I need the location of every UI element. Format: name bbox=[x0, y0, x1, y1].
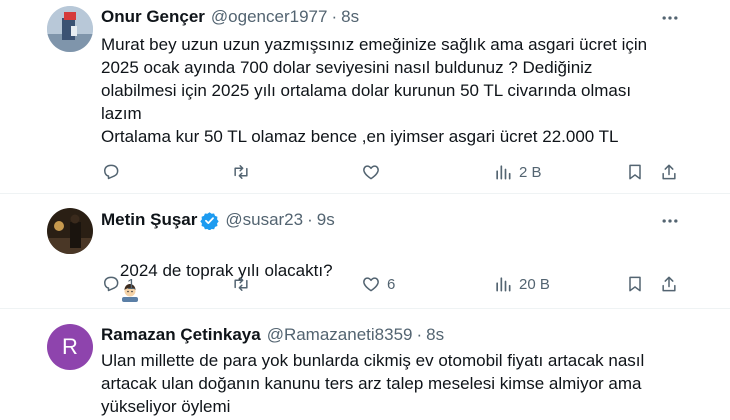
tweet-header: Ramazan Çetinkaya @Ramazaneti8359 · 8s bbox=[101, 324, 444, 346]
user-handle[interactable]: @Ramazaneti8359 bbox=[267, 325, 413, 345]
user-handle[interactable]: @susar23 bbox=[225, 210, 303, 230]
tweet-header: Onur Gençer @ogencer1977 · 8s bbox=[101, 6, 359, 28]
avatar-image bbox=[47, 6, 93, 52]
timestamp[interactable]: 8s bbox=[426, 325, 444, 345]
tweet-2[interactable]: Metin Şuşar @susar23 · 9s 2024 de toprak… bbox=[0, 194, 730, 309]
timestamp[interactable]: 9s bbox=[317, 210, 335, 230]
separator: · bbox=[331, 7, 338, 26]
display-name[interactable]: Ramazan Çetinkaya bbox=[101, 325, 261, 345]
avatar[interactable] bbox=[47, 6, 93, 52]
retweet-button[interactable] bbox=[231, 160, 257, 184]
reply-count: 1 bbox=[127, 275, 136, 293]
views-count: 2 B bbox=[519, 163, 542, 181]
reply-button[interactable]: 1 bbox=[101, 272, 135, 296]
views-icon bbox=[496, 277, 511, 292]
display-name[interactable]: Onur Gençer bbox=[101, 7, 205, 27]
reply-icon bbox=[104, 164, 119, 180]
separator: · bbox=[416, 325, 423, 344]
share-button[interactable] bbox=[659, 160, 679, 184]
more-icon[interactable] bbox=[659, 210, 681, 232]
tweet-text: Ulan millette de para yok bunlarda cikmi… bbox=[101, 351, 645, 416]
verified-badge-icon[interactable] bbox=[200, 211, 220, 230]
avatar[interactable] bbox=[47, 208, 93, 254]
like-count: 6 bbox=[387, 275, 396, 293]
retweet-button[interactable] bbox=[231, 272, 257, 296]
bookmark-button[interactable] bbox=[625, 272, 645, 296]
bookmark-button[interactable] bbox=[625, 160, 645, 184]
tweet-text: Murat bey uzun uzun yazmışsınız emeğiniz… bbox=[101, 35, 648, 146]
bookmark-icon bbox=[629, 164, 641, 180]
retweet-icon bbox=[234, 277, 248, 291]
share-icon bbox=[662, 276, 676, 292]
tweet-1[interactable]: Onur Gençer @ogencer1977 · 8s Murat bey … bbox=[0, 0, 730, 194]
bookmark-icon bbox=[629, 276, 641, 292]
user-handle[interactable]: @ogencer1977 bbox=[211, 7, 328, 27]
avatar[interactable]: R bbox=[47, 324, 93, 370]
views-button[interactable]: 2 B bbox=[493, 160, 542, 184]
views-count: 20 B bbox=[519, 275, 550, 293]
like-icon bbox=[363, 277, 379, 292]
like-button[interactable]: 6 bbox=[361, 272, 395, 296]
timestamp[interactable]: 8s bbox=[341, 7, 359, 27]
tweet-3[interactable]: R Ramazan Çetinkaya @Ramazaneti8359 · 8s… bbox=[0, 309, 730, 420]
tweet-header: Metin Şuşar @susar23 · 9s bbox=[101, 209, 335, 231]
avatar-image bbox=[47, 208, 93, 254]
views-button[interactable]: 20 B bbox=[493, 272, 550, 296]
separator: · bbox=[307, 210, 313, 229]
retweet-icon bbox=[234, 165, 248, 179]
like-button[interactable] bbox=[361, 160, 387, 184]
views-icon bbox=[496, 165, 511, 180]
reply-button[interactable] bbox=[101, 160, 127, 184]
tweet-actions: 2 B bbox=[0, 160, 730, 184]
tweet-actions: 1 6 20 B bbox=[0, 272, 730, 296]
like-icon bbox=[363, 165, 379, 180]
share-icon bbox=[662, 164, 676, 180]
share-button[interactable] bbox=[659, 272, 679, 296]
display-name[interactable]: Metin Şuşar bbox=[101, 210, 197, 230]
avatar-letter: R bbox=[62, 334, 78, 359]
reply-icon bbox=[104, 276, 119, 292]
more-icon[interactable] bbox=[659, 7, 681, 29]
